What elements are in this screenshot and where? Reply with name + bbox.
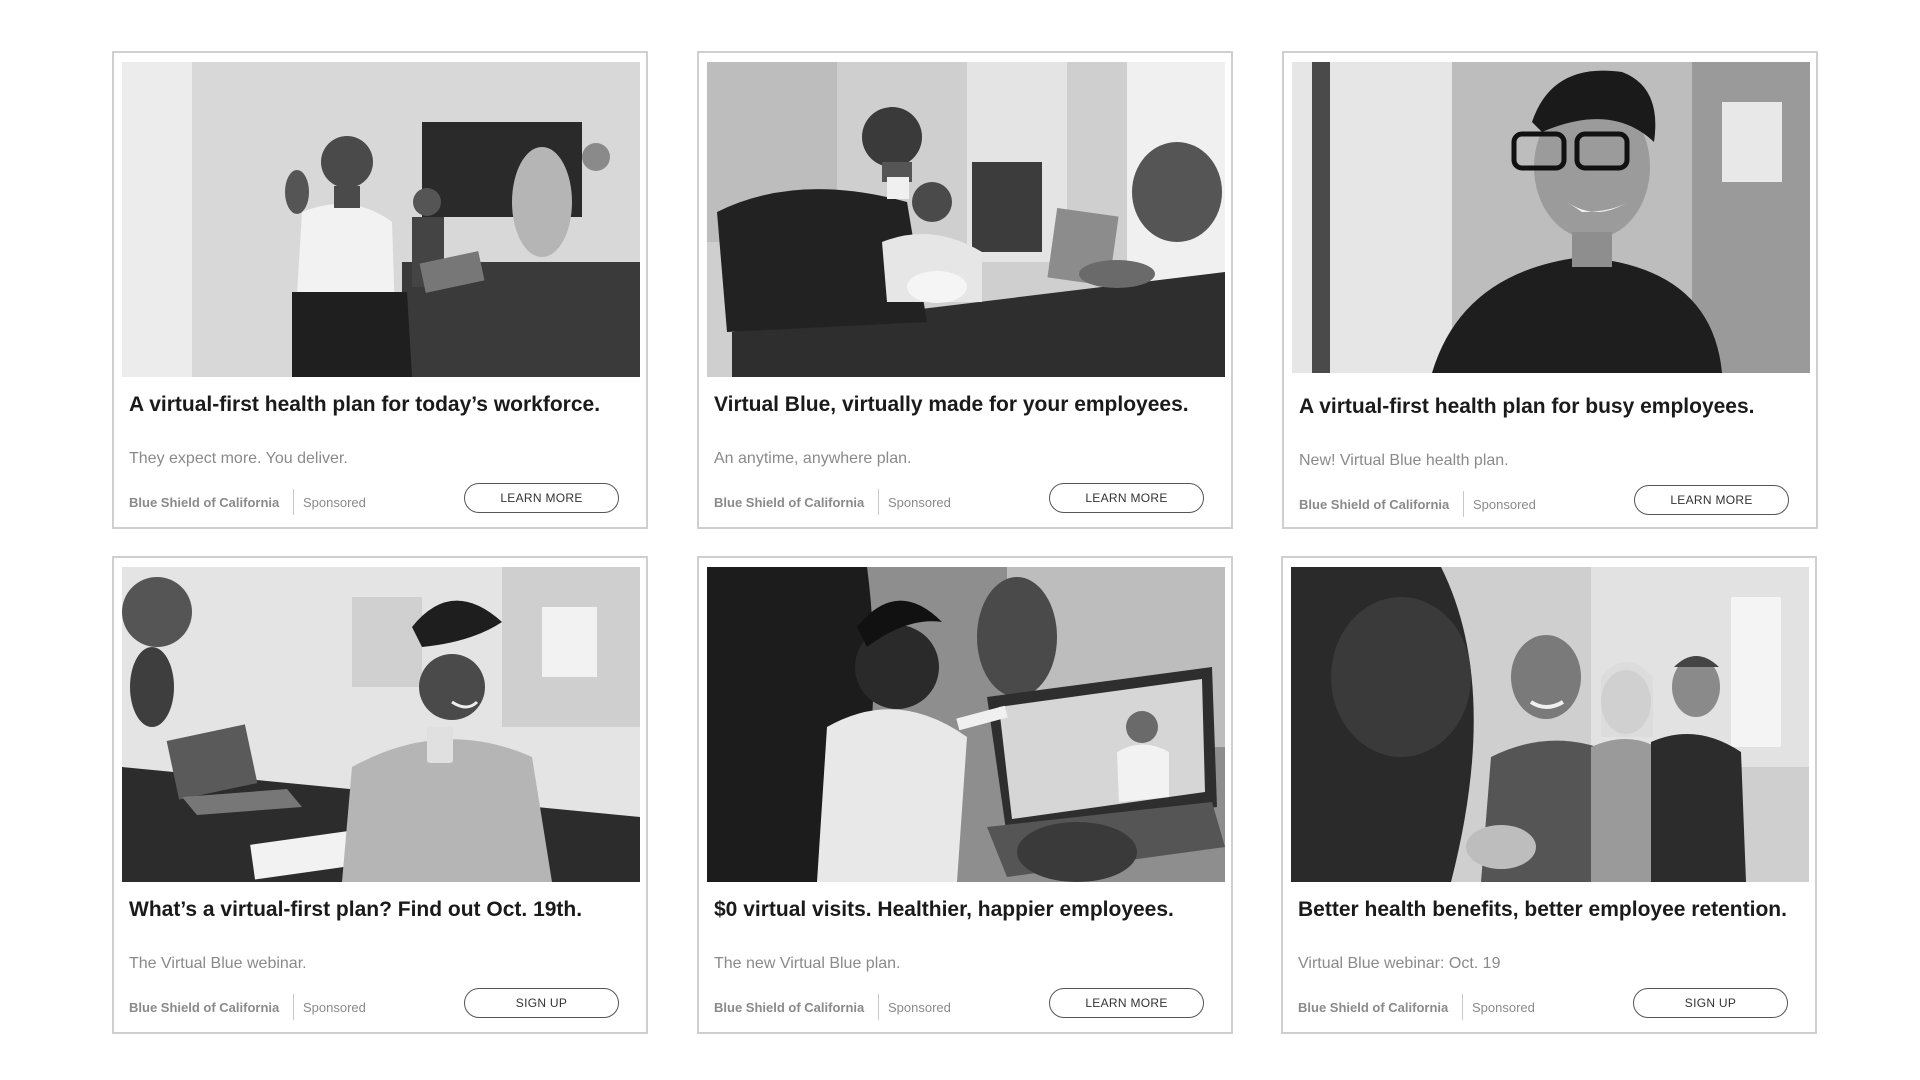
footer-divider xyxy=(878,489,879,515)
ad-photo-child-video-call[interactable] xyxy=(707,567,1225,882)
advertiser-name[interactable]: Blue Shield of California xyxy=(1298,1000,1448,1015)
ad-headline[interactable]: A virtual-first health plan for today’s … xyxy=(129,393,634,417)
ad-card[interactable]: Better health benefits, better employee … xyxy=(1281,556,1817,1034)
ad-card[interactable]: A virtual-first health plan for busy emp… xyxy=(1282,51,1818,529)
sponsored-label: Sponsored xyxy=(888,1000,951,1015)
sign-up-button[interactable]: SIGN UP xyxy=(464,988,619,1018)
learn-more-button[interactable]: LEARN MORE xyxy=(1049,483,1204,513)
advertiser-name[interactable]: Blue Shield of California xyxy=(714,1000,864,1015)
ad-card[interactable]: What’s a virtual-first plan? Find out Oc… xyxy=(112,556,648,1034)
sponsored-label: Sponsored xyxy=(1473,497,1536,512)
footer-divider xyxy=(293,489,294,515)
ad-subtext: New! Virtual Blue health plan. xyxy=(1299,452,1509,469)
ad-headline[interactable]: What’s a virtual-first plan? Find out Oc… xyxy=(129,898,634,922)
footer-divider xyxy=(1463,491,1464,517)
sponsored-label: Sponsored xyxy=(303,495,366,510)
ad-headline[interactable]: Virtual Blue, virtually made for your em… xyxy=(714,393,1219,417)
ad-subtext: The Virtual Blue webinar. xyxy=(129,955,307,972)
sign-up-button[interactable]: SIGN UP xyxy=(1633,988,1788,1018)
ad-headline[interactable]: A virtual-first health plan for busy emp… xyxy=(1299,395,1804,419)
ad-photo-smiling-man-glasses[interactable] xyxy=(1292,62,1810,373)
learn-more-button[interactable]: LEARN MORE xyxy=(1634,485,1789,515)
advertiser-name[interactable]: Blue Shield of California xyxy=(129,495,279,510)
sponsored-label: Sponsored xyxy=(303,1000,366,1015)
ad-headline[interactable]: Better health benefits, better employee … xyxy=(1298,898,1803,922)
ad-subtext: An anytime, anywhere plan. xyxy=(714,450,912,467)
ad-photo-team-laughing[interactable] xyxy=(1291,567,1809,882)
ad-subtext: The new Virtual Blue plan. xyxy=(714,955,901,972)
ad-card[interactable]: Virtual Blue, virtually made for your em… xyxy=(697,51,1233,529)
ad-photo-presenter-office[interactable] xyxy=(122,62,640,377)
ad-subtext: Virtual Blue webinar: Oct. 19 xyxy=(1298,955,1501,972)
advertiser-name[interactable]: Blue Shield of California xyxy=(714,495,864,510)
sponsored-label: Sponsored xyxy=(888,495,951,510)
footer-divider xyxy=(293,994,294,1020)
ad-grid: A virtual-first health plan for today’s … xyxy=(0,0,1920,1080)
ad-card[interactable]: A virtual-first health plan for today’s … xyxy=(112,51,648,529)
ad-subtext: They expect more. You deliver. xyxy=(129,450,348,467)
ad-photo-father-child-kitchen[interactable] xyxy=(707,62,1225,377)
advertiser-name[interactable]: Blue Shield of California xyxy=(129,1000,279,1015)
ad-card[interactable]: $0 virtual visits. Healthier, happier em… xyxy=(697,556,1233,1034)
footer-divider xyxy=(1462,994,1463,1020)
advertiser-name[interactable]: Blue Shield of California xyxy=(1299,497,1449,512)
learn-more-button[interactable]: LEARN MORE xyxy=(464,483,619,513)
learn-more-button[interactable]: LEARN MORE xyxy=(1049,988,1204,1018)
sponsored-label: Sponsored xyxy=(1472,1000,1535,1015)
footer-divider xyxy=(878,994,879,1020)
ad-photo-man-phone-desk[interactable] xyxy=(122,567,640,882)
ad-headline[interactable]: $0 virtual visits. Healthier, happier em… xyxy=(714,898,1219,922)
